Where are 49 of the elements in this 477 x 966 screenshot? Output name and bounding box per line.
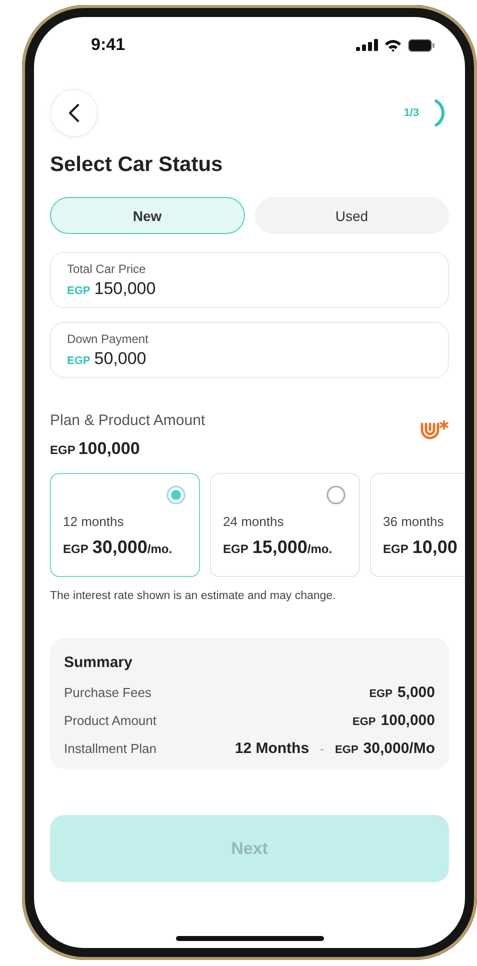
plan-duration: 36 months [383,514,444,529]
currency-label: EGP [352,716,376,728]
unit-label: /mo. [147,542,172,556]
monthly-amount: 15,000 [252,537,308,558]
monthly-amount: 10,00 [412,537,458,558]
plan-card[interactable]: 36 months EGP 10,00 [370,473,465,577]
field-label: Down Payment [67,332,150,346]
currency-label: EGP [335,744,358,756]
section-label: Plan & Product Amount [50,412,206,429]
summary-title: Summary [64,654,134,671]
summary-value: 30,000/Mo [363,740,435,757]
page-title: Select Car Status [50,153,224,177]
wifi-icon [384,38,402,52]
summary-value: 100,000 [380,712,435,729]
status-tab[interactable]: Used [254,197,449,234]
separator: - [320,742,324,756]
unit-label: /mo. [307,542,332,556]
currency-label: EGP [369,688,392,700]
field-value: 50,000 [94,349,146,369]
plan-months: 12 Months [234,740,310,757]
plan-duration: 12 months [63,514,124,529]
field-label: Total Car Price [67,262,147,276]
amount-field[interactable]: Total Car Price EGP 150,000 [50,252,449,308]
currency-label: EGP [63,542,88,556]
logo-icon [419,420,449,440]
step-counter: 1/3 [404,107,419,119]
plan-card[interactable]: 12 months EGP 30,000/mo. [50,473,200,577]
currency-label: EGP [67,355,90,367]
product-amount: 100,000 [78,439,140,459]
summary-label: Product Amount [64,713,156,728]
summary-value: 5,000 [397,684,435,701]
summary-label: Installment Plan [64,741,156,756]
status-tab[interactable]: New [50,197,244,234]
field-value: 150,000 [94,279,156,299]
back-chevron-icon [68,103,80,123]
battery-icon [408,38,435,52]
disclaimer-text: The interest rate shown is an estimate and may change. [50,590,337,602]
signal-icon [356,39,378,51]
currency-label: EGP [383,542,408,556]
plan-duration: 24 months [223,514,284,529]
currency-label: EGP [223,542,248,556]
summary-label: Purchase Fees [64,685,152,700]
currency-label: EGP [50,443,76,457]
amount-field[interactable]: Down Payment EGP 50,000 [50,322,449,378]
back-button[interactable] [50,89,98,137]
monthly-amount: 30,000 [92,537,148,558]
status-time: 9:41 [91,35,126,55]
currency-label: EGP [67,285,90,297]
plan-card[interactable]: 24 months EGP 15,000/mo. [210,473,360,577]
